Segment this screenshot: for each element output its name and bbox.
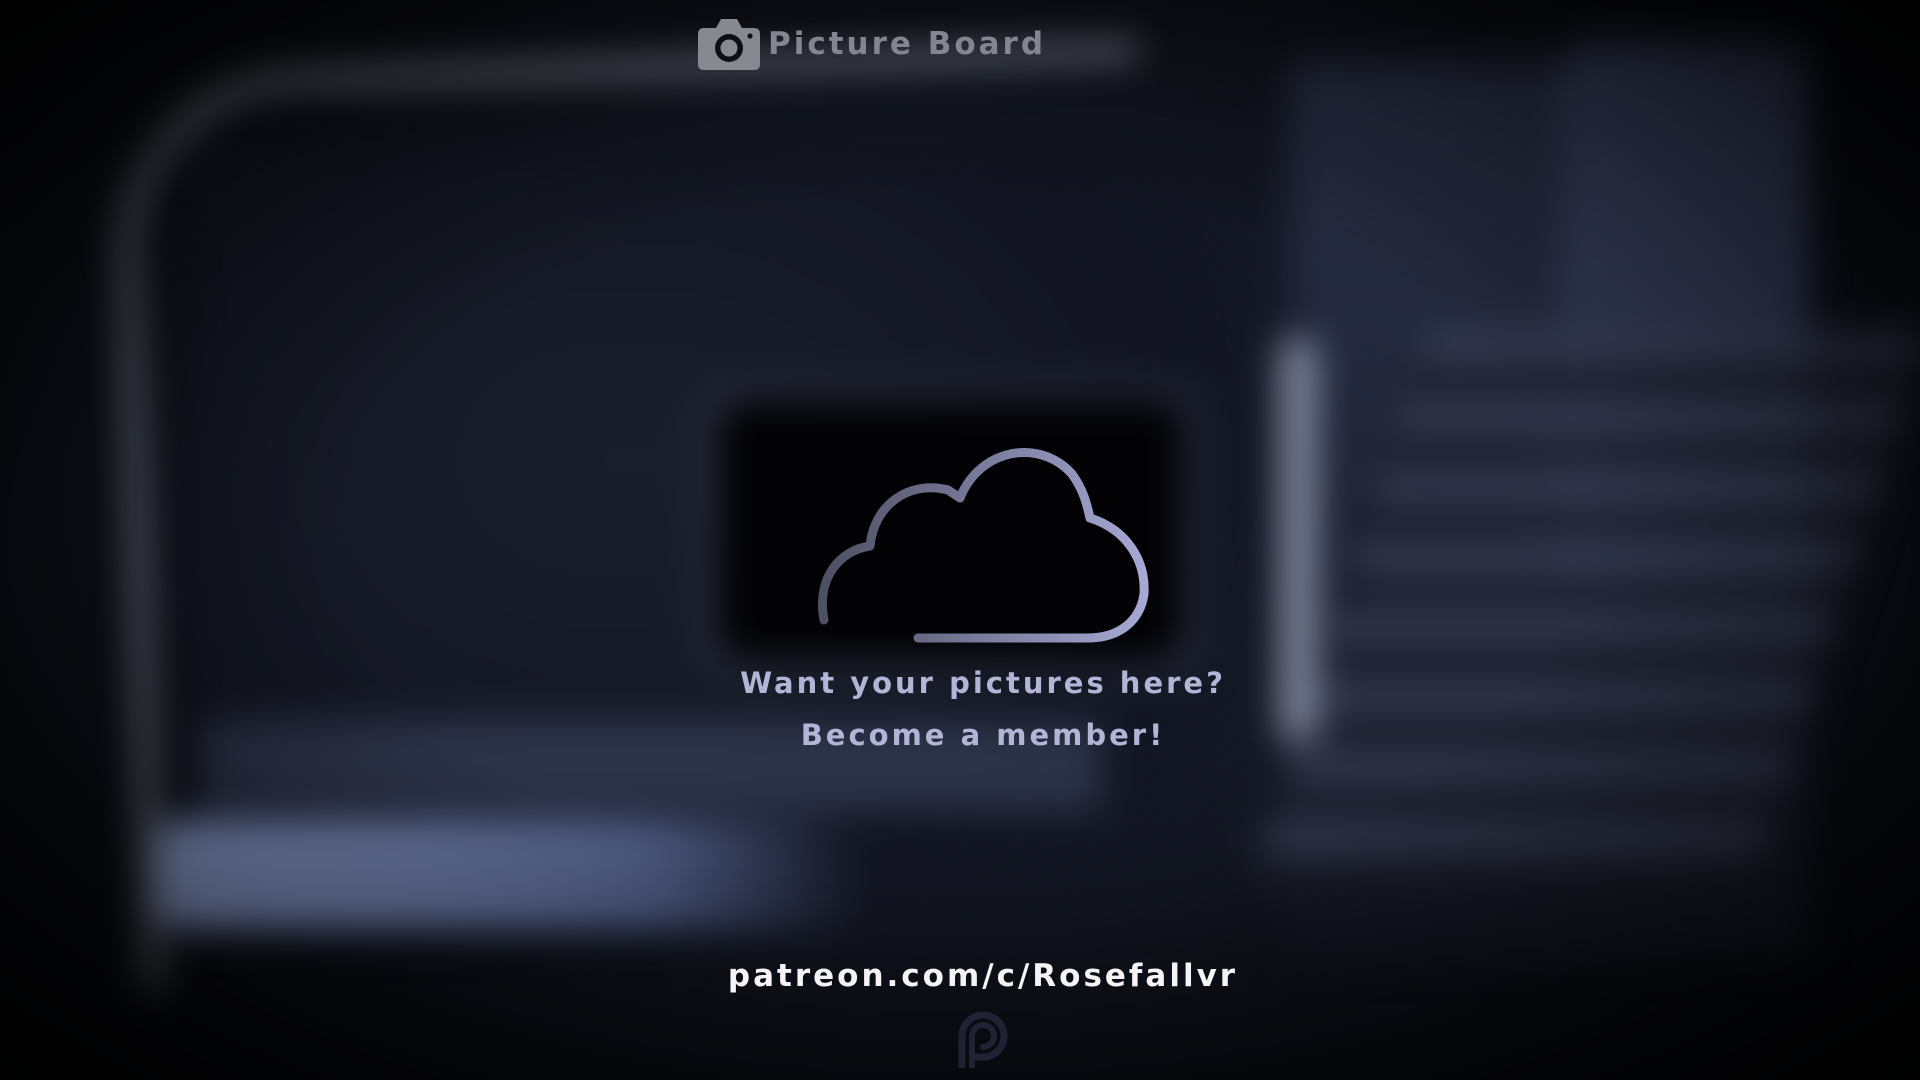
- picture-board-screen: Picture Board Want your pictures here? B…: [0, 0, 1920, 1080]
- page-title: Picture Board: [768, 26, 1047, 62]
- picture-board-header: Picture Board: [696, 14, 1046, 74]
- camera-icon: [698, 19, 760, 70]
- patreon-link[interactable]: patreon.com/c/Rosefallvr: [0, 958, 1920, 994]
- cloud-icon: [818, 448, 1149, 643]
- membership-call-to-action: Become a member!: [800, 718, 1166, 752]
- empty-state-message: Want your pictures here?: [740, 666, 1226, 700]
- patreon-icon: [958, 1011, 1008, 1068]
